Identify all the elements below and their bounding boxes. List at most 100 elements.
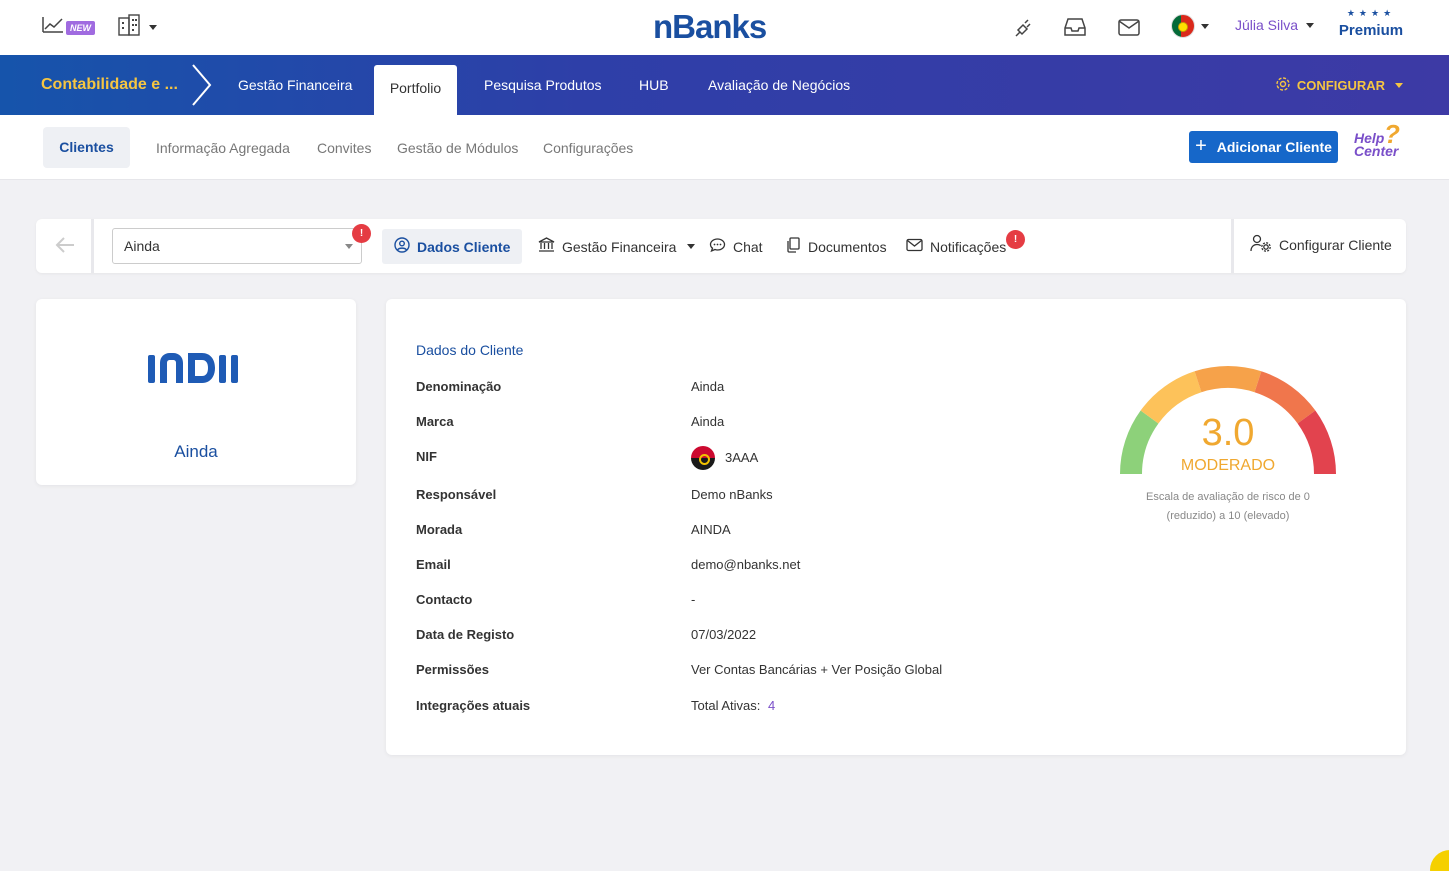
dados-cliente-label: Dados Cliente xyxy=(417,238,511,255)
chevron-down-icon xyxy=(1395,83,1403,88)
tab-documentos[interactable]: Documentos xyxy=(786,229,887,264)
label-integracoes: Integrações atuais xyxy=(416,698,531,713)
chat-label: Chat xyxy=(733,238,763,255)
tab-convites[interactable]: Convites xyxy=(317,140,371,156)
user-name: Júlia Silva xyxy=(1235,17,1299,33)
nav-item-hub[interactable]: HUB xyxy=(639,77,669,93)
client-select-value: Ainda xyxy=(124,238,160,254)
value-nif: 3AAA xyxy=(725,450,759,465)
chat-icon xyxy=(709,237,726,256)
label-denominacao: Denominação xyxy=(416,379,502,394)
client-details-card: Dados do Cliente Denominação Ainda Marca… xyxy=(386,299,1406,755)
notificacoes-label: Notificações xyxy=(930,238,1007,255)
company-switcher[interactable] xyxy=(117,14,157,41)
tab-dados-cliente[interactable]: Dados Cliente xyxy=(382,229,523,264)
risk-scale-note: Escala de avaliação de risco de 0 (reduz… xyxy=(1128,488,1328,526)
client-summary-card: Ainda xyxy=(36,299,356,485)
value-data-registo: 07/03/2022 xyxy=(691,627,757,642)
top-bar: NEW nBanks Júlia Silva ★★★★ Premium xyxy=(0,0,1449,55)
chevron-down-icon xyxy=(687,244,696,249)
risk-note-line2: (reduzido) a 10 (elevado) xyxy=(1166,510,1290,522)
value-email: demo@nbanks.net xyxy=(691,557,801,572)
configure-menu[interactable]: CONFIGURAR xyxy=(1275,76,1403,95)
question-mark-icon: ? xyxy=(1384,119,1400,149)
client-logo xyxy=(146,351,246,390)
plus-icon: + xyxy=(1195,135,1207,157)
tab-gestao-financeira[interactable]: Gestão Financeira xyxy=(538,229,696,264)
chevron-down-icon[interactable] xyxy=(1201,24,1209,29)
label-contacto: Contacto xyxy=(416,592,473,607)
value-denominacao: Ainda xyxy=(691,379,725,394)
trend-chart-icon xyxy=(42,16,64,39)
chevron-down-icon xyxy=(345,244,353,249)
stars-icon: ★★★★ xyxy=(1346,8,1396,18)
tab-chat[interactable]: Chat xyxy=(709,229,763,264)
back-arrow-icon[interactable] xyxy=(54,234,76,262)
building-icon xyxy=(117,14,143,41)
help-center-link[interactable]: Help Center ? xyxy=(1354,121,1400,158)
inbox-icon[interactable] xyxy=(1063,16,1087,43)
premium-badge[interactable]: ★★★★ Premium xyxy=(1336,8,1406,39)
nav-item-portfolio[interactable]: Portfolio xyxy=(374,65,457,115)
value-permissoes: Ver Contas Bancárias + Ver Posição Globa… xyxy=(691,662,943,677)
envelope-icon xyxy=(906,238,923,255)
client-select[interactable]: Ainda xyxy=(112,228,362,264)
divider xyxy=(91,219,94,273)
user-circle-icon xyxy=(394,237,410,256)
chat-widget-button[interactable] xyxy=(1430,850,1449,871)
chevron-down-icon xyxy=(1306,22,1315,28)
portugal-flag-icon[interactable] xyxy=(1171,14,1195,38)
risk-note-line1: Escala de avaliação de risco de 0 xyxy=(1146,491,1310,503)
value-morada: AINDA xyxy=(691,522,731,537)
label-email: Email xyxy=(416,557,451,572)
gear-icon xyxy=(1275,76,1291,95)
section-title: Dados do Cliente xyxy=(416,342,524,358)
integracoes-text: Total Ativas: xyxy=(691,698,761,713)
chevron-down-icon xyxy=(149,25,157,30)
label-responsavel: Responsável xyxy=(416,487,497,502)
user-settings-icon xyxy=(1250,234,1272,255)
nav-item-pesquisa-produtos[interactable]: Pesquisa Produtos xyxy=(484,77,602,93)
tab-gestao-modulos[interactable]: Gestão de Módulos xyxy=(397,140,518,156)
client-toolbar: Ainda ! Dados Cliente Gestão Financeira … xyxy=(36,219,1406,273)
notification-alert-badge: ! xyxy=(1006,230,1025,249)
angola-flag-icon xyxy=(691,446,715,470)
value-contacto: - xyxy=(691,592,696,607)
tab-notificacoes[interactable]: Notificações xyxy=(906,229,1006,264)
plan-label: Premium xyxy=(1338,22,1404,39)
analytics-new-button[interactable]: NEW xyxy=(42,16,95,39)
new-badge: NEW xyxy=(66,20,95,35)
label-nif: NIF xyxy=(416,449,437,464)
sub-nav: Clientes Informação Agregada Convites Ge… xyxy=(0,115,1449,180)
tab-clientes[interactable]: Clientes xyxy=(43,127,130,168)
nav-item-avaliacao-negocios[interactable]: Avaliação de Negócios xyxy=(708,77,850,93)
user-menu[interactable]: Júlia Silva xyxy=(1235,17,1315,33)
risk-level: MODERADO xyxy=(1180,457,1276,474)
documents-icon xyxy=(786,237,801,256)
tab-configuracoes[interactable]: Configurações xyxy=(543,140,633,156)
value-integracoes: Total Ativas: 4 xyxy=(691,698,775,713)
label-permissoes: Permissões xyxy=(416,662,489,677)
mail-icon[interactable] xyxy=(1117,16,1141,43)
nav-item-gestao-financeira[interactable]: Gestão Financeira xyxy=(238,77,352,93)
label-data-registo: Data de Registo xyxy=(416,627,515,642)
integracoes-count[interactable]: 4 xyxy=(768,698,775,713)
configure-label: CONFIGURAR xyxy=(1296,78,1385,93)
gestao-financeira-label: Gestão Financeira xyxy=(562,238,677,255)
configure-client-button[interactable]: Configurar Cliente xyxy=(1250,227,1392,262)
nav-brand[interactable]: Contabilidade e ... xyxy=(41,76,178,94)
alert-badge: ! xyxy=(352,224,371,243)
configure-client-label: Configurar Cliente xyxy=(1279,236,1392,253)
tab-informacao-agregada[interactable]: Informação Agregada xyxy=(156,140,290,156)
plug-icon[interactable] xyxy=(1012,16,1034,43)
gauge-segment xyxy=(1194,366,1262,393)
label-marca: Marca xyxy=(416,414,454,429)
nbanks-logo[interactable]: nBanks xyxy=(653,8,767,46)
label-morada: Morada xyxy=(416,522,463,537)
value-responsavel: Demo nBanks xyxy=(691,487,773,502)
documentos-label: Documentos xyxy=(808,238,887,255)
bank-icon xyxy=(538,237,555,256)
client-name: Ainda xyxy=(174,442,218,461)
divider xyxy=(1231,219,1234,273)
add-client-button[interactable]: + Adicionar Cliente xyxy=(1189,131,1338,163)
